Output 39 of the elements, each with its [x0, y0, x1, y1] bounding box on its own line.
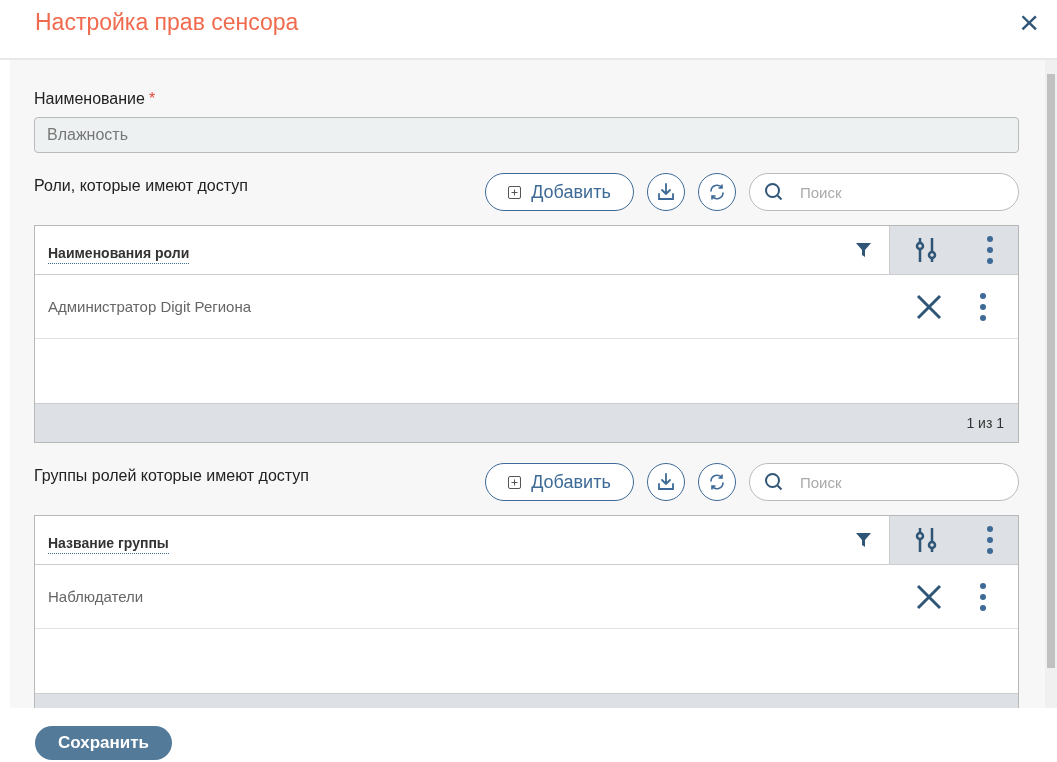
more-vertical-icon [987, 236, 993, 264]
table-cell: Наблюдатели [48, 588, 144, 605]
search-icon [764, 182, 784, 202]
add-button[interactable]: Добавить [485, 173, 634, 211]
search-icon [764, 472, 784, 492]
required-mark: * [148, 90, 156, 108]
table-cell: Администратор Digit Региона [48, 298, 252, 315]
filter-icon [856, 533, 871, 547]
more-vertical-icon[interactable] [980, 292, 986, 321]
section-title: Группы ролей которые имеют доступ [34, 467, 309, 485]
download-icon [656, 472, 676, 492]
section-title: Роли, которые имеют доступ [34, 177, 248, 195]
refresh-icon [707, 472, 727, 492]
download-icon [656, 182, 676, 202]
field-label: Наименование [34, 90, 145, 108]
add-button[interactable]: Добавить [485, 463, 634, 501]
column-header[interactable]: Наименования роли [48, 244, 190, 264]
search-field[interactable]: Поиск [749, 463, 1019, 501]
close-icon[interactable] [916, 583, 942, 610]
sliders-icon [915, 527, 937, 553]
close-icon[interactable] [916, 293, 942, 320]
scrollbar[interactable] [1045, 60, 1057, 708]
save-button[interactable]: Сохранить [35, 726, 172, 760]
more-vertical-icon[interactable] [980, 582, 986, 611]
sliders-icon [915, 237, 937, 263]
search-field[interactable]: Поиск [749, 173, 1019, 211]
more-vertical-icon [987, 526, 993, 554]
refresh-icon [707, 182, 727, 202]
refresh-button[interactable] [698, 463, 736, 501]
pagination-text: 1 из 1 [966, 415, 1004, 431]
close-button[interactable]: × [1015, 5, 1043, 39]
dialog-title: Настройка прав сенсора [35, 8, 299, 36]
download-button[interactable] [647, 173, 685, 211]
plus-square-icon [508, 475, 522, 489]
column-header[interactable]: Название группы [48, 534, 169, 554]
refresh-button[interactable] [698, 173, 736, 211]
filter-icon [856, 243, 871, 257]
download-button[interactable] [647, 463, 685, 501]
plus-square-icon [508, 185, 522, 199]
